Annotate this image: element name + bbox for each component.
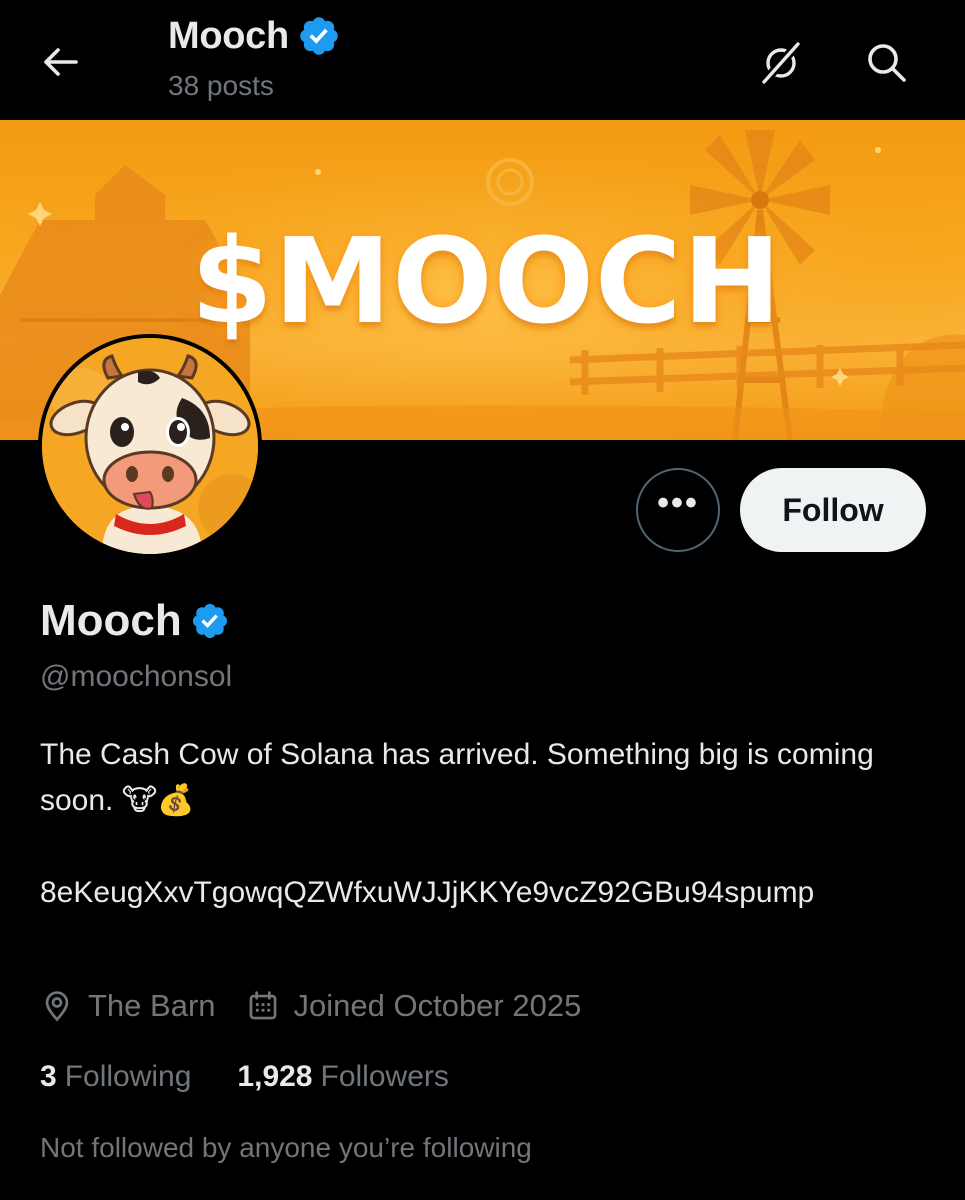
location-item: The Barn bbox=[40, 988, 216, 1024]
location-text: The Barn bbox=[88, 988, 216, 1023]
search-icon bbox=[868, 44, 906, 82]
grok-button[interactable] bbox=[756, 38, 806, 88]
follow-stats: 3 Following 1,928 Followers bbox=[40, 1060, 449, 1094]
header-title-row: Mooch bbox=[168, 14, 341, 58]
header-title: Mooch bbox=[168, 14, 289, 57]
follow-button[interactable]: Follow bbox=[740, 468, 926, 552]
joined-item: Joined October 2025 bbox=[246, 988, 582, 1024]
followers-label: Followers bbox=[320, 1060, 449, 1093]
following-count: 3 bbox=[40, 1060, 57, 1093]
location-pin-icon bbox=[45, 991, 69, 1022]
following-label: Following bbox=[64, 1060, 192, 1093]
followers-link[interactable]: 1,928 Followers bbox=[237, 1060, 448, 1094]
more-icon: ••• bbox=[657, 484, 699, 522]
followers-count: 1,928 bbox=[237, 1060, 313, 1093]
banner-title: $MOOCH bbox=[190, 212, 783, 350]
calendar-icon bbox=[249, 991, 276, 1020]
top-bar: Mooch 38 posts bbox=[0, 0, 965, 118]
back-button[interactable] bbox=[36, 38, 84, 86]
verified-badge-icon[interactable] bbox=[190, 601, 230, 641]
profile-bio: The Cash Cow of Solana has arrived. Some… bbox=[40, 738, 874, 817]
not-followed-notice: Not followed by anyone you’re following bbox=[40, 1132, 532, 1163]
avatar[interactable] bbox=[38, 334, 262, 558]
arrow-left-icon bbox=[44, 48, 78, 76]
token-address: 8eKeugXxvTgowqQZWfxuWJJjKKYe9vcZ92GBu94s… bbox=[40, 876, 815, 909]
posts-count: 38 posts bbox=[168, 70, 274, 101]
avatar-image bbox=[42, 338, 258, 554]
verified-badge-icon bbox=[300, 17, 338, 55]
profile-name-row: Mooch bbox=[40, 596, 230, 646]
display-name: Mooch bbox=[40, 596, 182, 645]
profile-handle: @moochonsol bbox=[40, 660, 233, 693]
following-link[interactable]: 3 Following bbox=[40, 1060, 191, 1094]
search-button[interactable] bbox=[860, 36, 912, 88]
grok-icon bbox=[759, 40, 803, 86]
more-options-button[interactable]: ••• bbox=[636, 468, 720, 552]
cow-mascot-image bbox=[42, 338, 258, 554]
joined-text: Joined October 2025 bbox=[293, 988, 582, 1023]
profile-meta: The Barn Joined October 2025 bbox=[40, 988, 581, 1024]
